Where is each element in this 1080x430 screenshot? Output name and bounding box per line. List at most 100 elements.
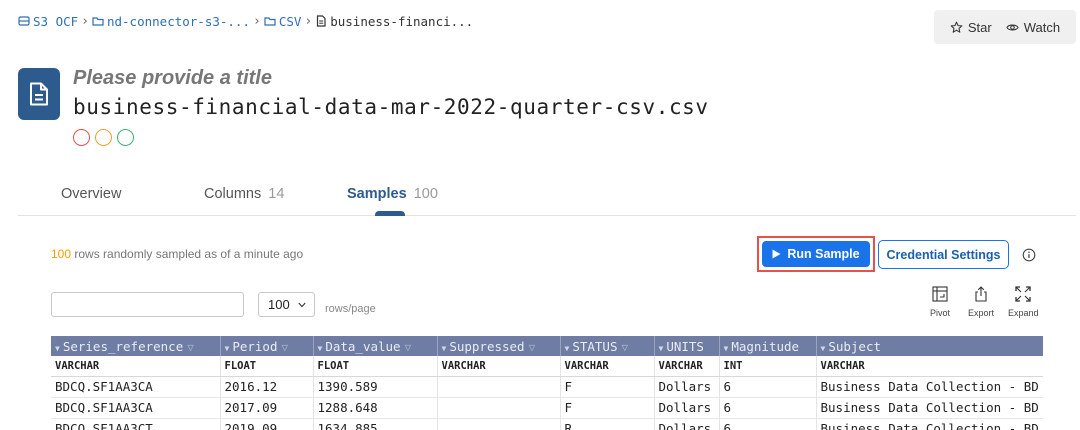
chevron-down-icon bbox=[298, 302, 306, 308]
table-cell: Dollars bbox=[654, 418, 720, 430]
eye-icon bbox=[1006, 21, 1019, 34]
status-dot-red bbox=[73, 129, 90, 146]
star-button[interactable]: Star bbox=[950, 20, 992, 35]
sample-description: rows randomly sampled as of a minute ago bbox=[71, 247, 304, 261]
column-header-data-value[interactable]: ▼ Data_value ▽ bbox=[313, 336, 438, 356]
column-type: FLOAT bbox=[313, 356, 438, 377]
run-sample-button[interactable]: Run Sample bbox=[762, 241, 870, 267]
column-header-series-reference[interactable]: ▼ Series_reference ▽ bbox=[51, 336, 221, 356]
sample-info: 100 rows randomly sampled as of a minute… bbox=[51, 247, 303, 261]
table-row: BDCQ.SF1AA3CT 2019.09 1634.885 R Dollars… bbox=[51, 418, 1043, 430]
column-type: VARCHAR bbox=[654, 356, 720, 377]
column-header-subject[interactable]: ▼ Subject bbox=[816, 336, 1043, 356]
tab-label: Columns bbox=[204, 186, 262, 202]
table-cell: Business Data Collection - BD bbox=[816, 397, 1043, 419]
folder-icon bbox=[264, 15, 276, 27]
pivot-icon bbox=[932, 286, 948, 302]
tab-label: Samples bbox=[347, 186, 407, 202]
export-button[interactable]: Export bbox=[968, 286, 994, 318]
star-icon bbox=[950, 21, 963, 34]
breadcrumb-current-file: business-financi... bbox=[315, 14, 473, 29]
tab-label: Overview bbox=[61, 186, 122, 202]
column-type: VARCHAR bbox=[560, 356, 655, 377]
filter-icon: ▽ bbox=[404, 340, 412, 354]
breadcrumb-s3-ocf[interactable]: S3 OCF bbox=[18, 14, 78, 29]
expand-icon bbox=[1015, 286, 1031, 302]
info-icon[interactable] bbox=[1022, 248, 1036, 262]
breadcrumb-csv[interactable]: CSV bbox=[264, 13, 302, 29]
tool-label: Pivot bbox=[930, 308, 951, 318]
table-cell bbox=[437, 418, 561, 430]
filter-icon: ▽ bbox=[528, 340, 536, 354]
tab-columns[interactable]: Columns 14 bbox=[204, 186, 284, 202]
active-tab-indicator bbox=[375, 211, 405, 216]
table-cell: F bbox=[560, 376, 655, 398]
table-cell: 2017.09 bbox=[220, 397, 314, 419]
tool-label: Expand bbox=[1008, 308, 1039, 318]
column-header-row: ▼ Series_reference ▽ ▼ Period ▽ ▼ Data_value ▽… bbox=[51, 336, 1043, 356]
status-dot-green bbox=[117, 129, 134, 146]
table-cell: BDCQ.SF1AA3CT bbox=[51, 418, 221, 430]
table-row: BDCQ.SF1AA3CA 2017.09 1288.648 F Dollars… bbox=[51, 397, 1043, 419]
table-cell bbox=[437, 397, 561, 419]
tab-bar: Overview Columns 14 Samples 100 bbox=[18, 176, 1076, 216]
run-sample-label: Run Sample bbox=[787, 247, 860, 261]
column-header-units[interactable]: ▼ UNITS bbox=[654, 336, 720, 356]
table-cell: Dollars bbox=[654, 376, 720, 398]
column-header-status[interactable]: ▼ STATUS ▽ bbox=[560, 336, 655, 356]
column-type-row: VARCHAR FLOAT FLOAT VARCHAR VARCHAR VARC… bbox=[51, 356, 1043, 377]
filter-icon: ▽ bbox=[621, 340, 629, 354]
column-type: VARCHAR bbox=[816, 356, 1043, 377]
filter-icon: ▽ bbox=[187, 340, 194, 354]
credential-settings-button[interactable]: Credential Settings bbox=[878, 240, 1009, 269]
table-cell bbox=[437, 376, 561, 398]
tab-overview[interactable]: Overview bbox=[61, 186, 121, 202]
export-icon bbox=[973, 286, 989, 302]
table-cell: 6 bbox=[719, 397, 817, 419]
samples-table: ▼ Series_reference ▽ ▼ Period ▽ ▼ Data_value ▽… bbox=[51, 336, 1043, 430]
table-cell: 6 bbox=[719, 376, 817, 398]
table-cell: 1634.885 bbox=[313, 418, 438, 430]
table-cell: BDCQ.SF1AA3CA bbox=[51, 397, 221, 419]
table-cell: 2019.09 bbox=[220, 418, 314, 430]
rows-per-page-value: 100 bbox=[268, 297, 290, 312]
column-type: INT bbox=[719, 356, 817, 377]
title-placeholder[interactable]: Please provide a title bbox=[73, 67, 272, 90]
column-type: VARCHAR bbox=[51, 356, 221, 377]
table-cell: R bbox=[560, 418, 655, 430]
table-row: BDCQ.SF1AA3CA 2016.12 1390.589 F Dollars… bbox=[51, 376, 1043, 398]
watch-button[interactable]: Watch bbox=[1006, 20, 1060, 35]
file-icon bbox=[315, 15, 327, 27]
breadcrumb: S3 OCF › nd-connector-s3-... › CSV › bus… bbox=[18, 12, 473, 30]
star-watch-group: Star Watch bbox=[934, 10, 1076, 44]
expand-button[interactable]: Expand bbox=[1008, 286, 1039, 318]
breadcrumb-label: CSV bbox=[278, 13, 302, 29]
column-header-suppressed[interactable]: ▼ Suppressed ▽ bbox=[437, 336, 561, 356]
tab-samples[interactable]: Samples 100 bbox=[347, 186, 438, 202]
column-type: VARCHAR bbox=[437, 356, 561, 377]
breadcrumb-connector[interactable]: nd-connector-s3-... bbox=[92, 14, 250, 29]
column-header-magnitude[interactable]: ▼ Magnitude bbox=[719, 336, 817, 356]
rows-per-page-label: rows/page bbox=[325, 303, 376, 315]
column-type: FLOAT bbox=[220, 356, 314, 377]
filter-icon: ▽ bbox=[281, 340, 289, 354]
watch-label: Watch bbox=[1023, 19, 1061, 35]
breadcrumb-label: business-financi... bbox=[330, 13, 474, 29]
table-cell: Dollars bbox=[654, 397, 720, 419]
rows-per-page-select[interactable]: 100 bbox=[258, 292, 315, 317]
table-cell: F bbox=[560, 397, 655, 419]
table-cell: 1390.589 bbox=[313, 376, 438, 398]
table-cell: Business Data Collection - BD bbox=[816, 376, 1043, 398]
table-cell: 6 bbox=[719, 418, 817, 430]
status-indicators bbox=[73, 129, 134, 146]
tool-label: Export bbox=[968, 308, 995, 318]
column-header-period[interactable]: ▼ Period ▽ bbox=[220, 336, 314, 356]
search-input[interactable] bbox=[51, 292, 244, 317]
play-icon bbox=[772, 249, 781, 259]
pivot-button[interactable]: Pivot bbox=[930, 286, 950, 318]
breadcrumb-label: S3 OCF bbox=[33, 13, 79, 29]
tab-count: 100 bbox=[413, 186, 438, 202]
breadcrumb-separator: › bbox=[304, 13, 313, 29]
file-name: business-financial-data-mar-2022-quarter… bbox=[73, 95, 709, 119]
table-cell: 1288.648 bbox=[313, 397, 438, 419]
